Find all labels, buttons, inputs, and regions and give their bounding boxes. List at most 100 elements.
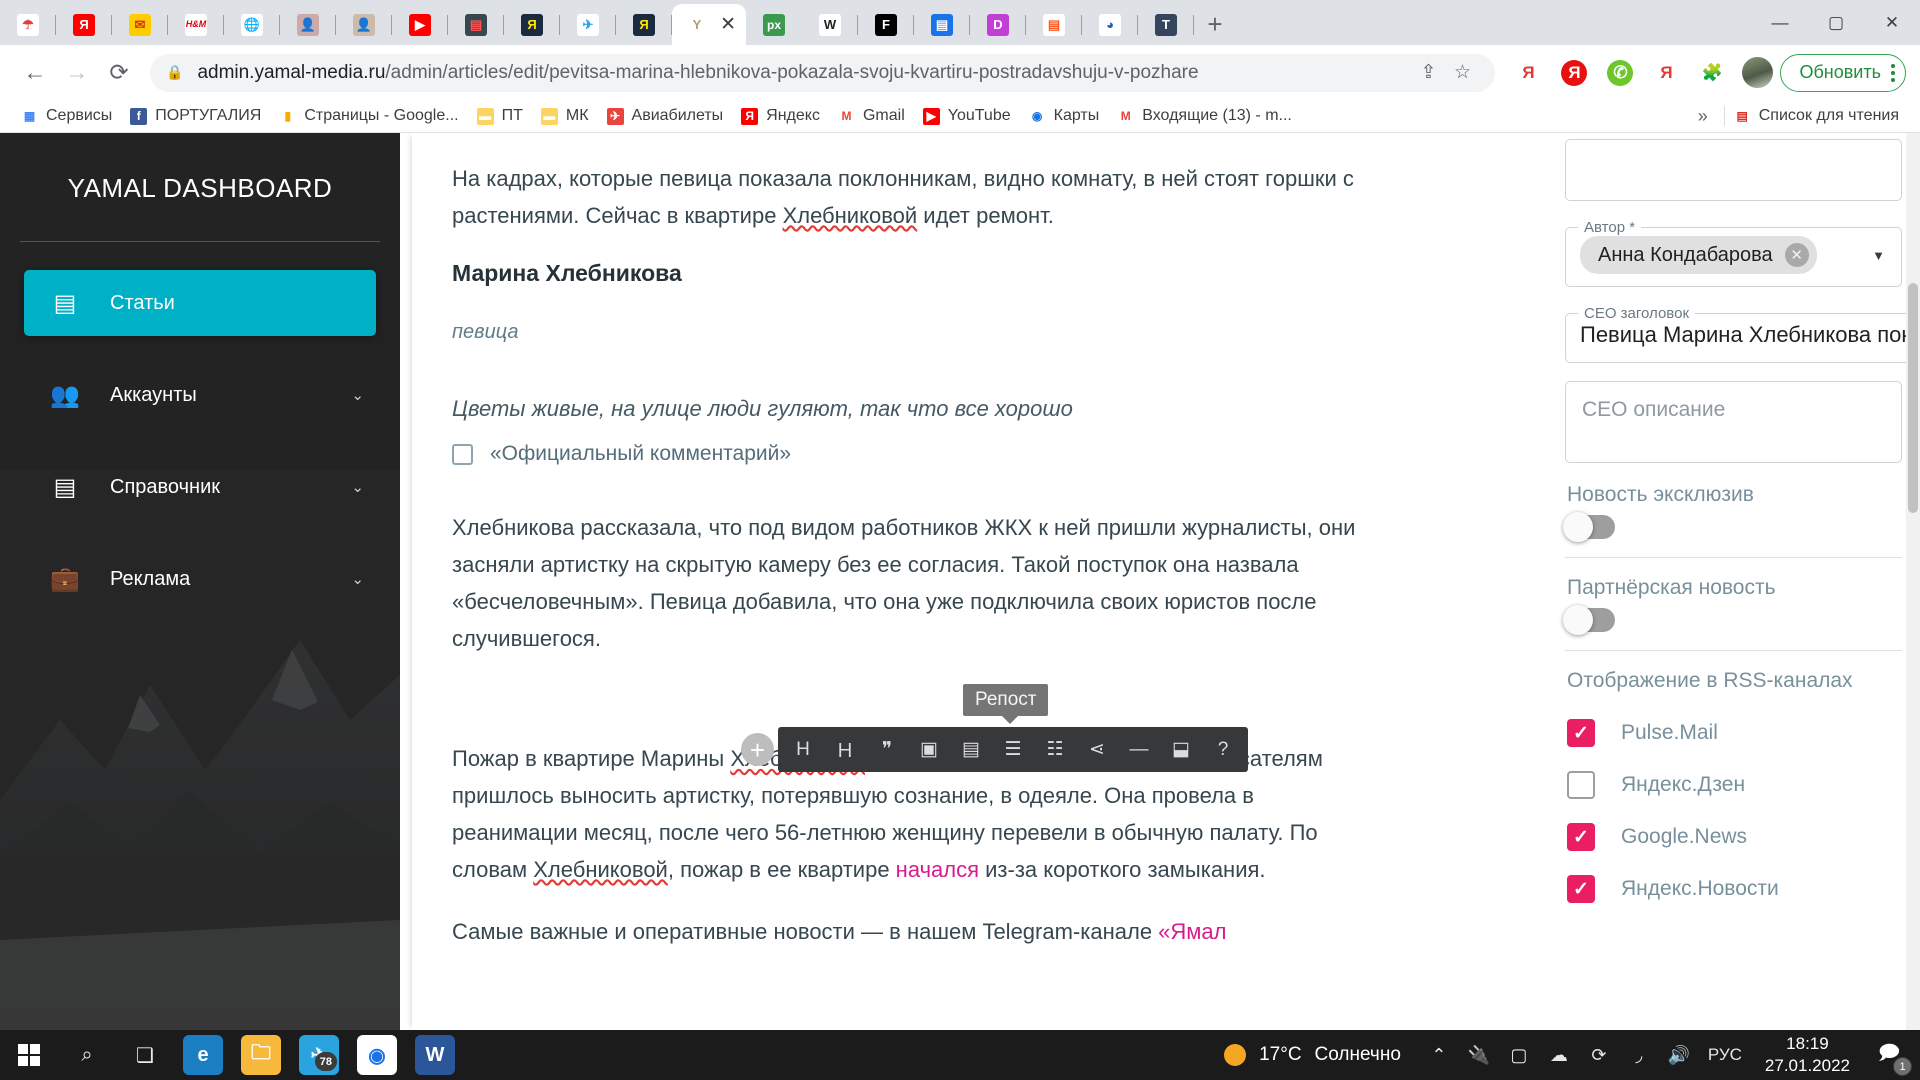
- tab-18[interactable]: ▤: [1026, 4, 1082, 45]
- bookmark-7[interactable]: M Gmail: [829, 102, 914, 130]
- sidebar-item-0[interactable]: ▤ Статьи: [24, 270, 376, 336]
- checkbox-checked-icon[interactable]: ✓: [1567, 823, 1595, 851]
- task-view-icon[interactable]: ❏: [116, 1030, 174, 1080]
- tab-11[interactable]: Я: [616, 4, 672, 45]
- tab-14[interactable]: W: [802, 4, 858, 45]
- p4-telegram-link[interactable]: «Ямал: [1158, 919, 1226, 944]
- bookmark-0[interactable]: ▦ Сервисы: [12, 102, 121, 130]
- bookmark-2[interactable]: ▮ Страницы - Google...: [270, 102, 467, 130]
- rss-item-2[interactable]: ✓ Google.News: [1565, 811, 1902, 863]
- bookmark-9[interactable]: ◉ Карты: [1020, 102, 1109, 130]
- tab-17[interactable]: D: [970, 4, 1026, 45]
- exclusive-toggle[interactable]: [1563, 512, 1615, 542]
- tab-7[interactable]: ▶: [392, 4, 448, 45]
- bookmarks-overflow-button[interactable]: »: [1682, 106, 1724, 127]
- tab-20[interactable]: T: [1138, 4, 1194, 45]
- numbered-list-icon[interactable]: ☷: [1043, 738, 1067, 762]
- tab-13[interactable]: px: [746, 4, 802, 45]
- sidebar-item-1[interactable]: 👥 Аккаунты ⌄: [24, 362, 376, 428]
- tab-10[interactable]: ✈: [560, 4, 616, 45]
- article-paragraph-4[interactable]: Самые важные и оперативные новости — в н…: [452, 914, 1367, 951]
- tab-8[interactable]: ▤: [448, 4, 504, 45]
- browser-menu-icon[interactable]: [1891, 63, 1895, 82]
- author-chip[interactable]: Анна Кондабарова ✕: [1580, 236, 1817, 274]
- gallery-icon[interactable]: ▤: [959, 738, 983, 762]
- share-icon[interactable]: ⇪: [1411, 61, 1445, 84]
- page-scrollbar[interactable]: [1906, 133, 1920, 1030]
- bookmark-10[interactable]: M Входящие (13) - m...: [1108, 102, 1301, 130]
- close-window-button[interactable]: ✕: [1864, 0, 1920, 45]
- author-field[interactable]: Автор * Анна Кондабарова ✕ ▼: [1565, 219, 1902, 287]
- scrollbar-thumb[interactable]: [1908, 283, 1918, 513]
- tab-active[interactable]: Y ✕: [672, 4, 746, 45]
- sidebar-item-3[interactable]: 💼 Реклама ⌄: [24, 546, 376, 612]
- notification-icon[interactable]: 🗩 1: [1864, 1030, 1914, 1080]
- minimize-button[interactable]: —: [1752, 0, 1808, 45]
- google-chrome-icon[interactable]: ◉: [348, 1030, 406, 1080]
- telegram-icon[interactable]: ✈78: [290, 1030, 348, 1080]
- tab-2[interactable]: ✉: [112, 4, 168, 45]
- green-swirl-icon[interactable]: ✆: [1597, 52, 1643, 94]
- heading-boxed-icon[interactable]: Ｈ: [833, 738, 857, 762]
- article-paragraph-2[interactable]: Хлебникова рассказала, что под видом раб…: [452, 510, 1367, 657]
- author-dropdown-caret-icon[interactable]: ▼: [1872, 248, 1891, 263]
- reload-button[interactable]: ⟳: [98, 52, 140, 94]
- article-paragraph-1[interactable]: На кадрах, которые певица показала покло…: [452, 133, 1367, 234]
- tab-5[interactable]: 👤: [280, 4, 336, 45]
- top-input-field[interactable]: [1565, 139, 1902, 201]
- checkbox-checked-icon[interactable]: ✓: [1567, 875, 1595, 903]
- bookmark-5[interactable]: ✈ Авиабилеты: [598, 102, 733, 130]
- tab-0[interactable]: ☂: [0, 4, 56, 45]
- yandex-red-text-icon[interactable]: Я: [1505, 52, 1551, 94]
- tab-4[interactable]: 🌐: [224, 4, 280, 45]
- quote-author-role[interactable]: певица: [452, 321, 1367, 344]
- volume-icon[interactable]: 🔊: [1659, 1030, 1699, 1080]
- bookmark-1[interactable]: f ПОРТУГАЛИЯ: [121, 102, 270, 130]
- chevron-down-icon[interactable]: ⌄: [351, 570, 364, 588]
- puzzle-icon[interactable]: 🧩: [1689, 52, 1735, 94]
- divider-icon[interactable]: —: [1127, 738, 1151, 762]
- sidebar-item-2[interactable]: ▤ Справочник ⌄: [24, 454, 376, 520]
- show-hidden-icons-icon[interactable]: ⌃: [1419, 1030, 1459, 1080]
- quote-official-option[interactable]: «Официальный комментарий»: [452, 442, 1367, 466]
- share-repost-icon[interactable]: ⋖: [1085, 738, 1109, 762]
- tab-9[interactable]: Я: [504, 4, 560, 45]
- checkbox-checked-icon[interactable]: ✓: [1567, 719, 1595, 747]
- checkbox-unchecked-icon[interactable]: [1567, 771, 1595, 799]
- reading-list-button[interactable]: ▤ Список для чтения: [1725, 102, 1908, 130]
- back-button[interactable]: ←: [14, 52, 56, 94]
- microsoft-word-icon[interactable]: W: [406, 1030, 464, 1080]
- profile-avatar[interactable]: [1742, 57, 1774, 88]
- file-explorer-icon[interactable]: 🗀: [232, 1030, 290, 1080]
- help-icon[interactable]: ?: [1211, 738, 1235, 762]
- quote-text[interactable]: Цветы живые, на улице люди гуляют, так ч…: [452, 396, 1367, 422]
- chevron-down-icon[interactable]: ⌄: [351, 478, 364, 496]
- rss-item-1[interactable]: Яндекс.Дзен: [1565, 759, 1902, 811]
- webcam-icon[interactable]: ▢: [1499, 1030, 1539, 1080]
- onedrive-icon[interactable]: ☁: [1539, 1030, 1579, 1080]
- bookmark-4[interactable]: ▬ МК: [532, 102, 598, 130]
- tab-3[interactable]: H&M: [168, 4, 224, 45]
- maximize-button[interactable]: ▢: [1808, 0, 1864, 45]
- sync-icon[interactable]: ⟳: [1579, 1030, 1619, 1080]
- image-icon[interactable]: ▣: [917, 738, 941, 762]
- rss-item-3[interactable]: ✓ Яндекс.Новости: [1565, 863, 1902, 915]
- star-icon[interactable]: ☆: [1445, 61, 1479, 84]
- microsoft-edge-icon[interactable]: e: [174, 1030, 232, 1080]
- bullet-list-icon[interactable]: ☰: [1001, 738, 1025, 762]
- windows-start-icon[interactable]: [0, 1030, 58, 1080]
- author-chip-remove-icon[interactable]: ✕: [1784, 243, 1809, 267]
- yandex-red-text-2-icon[interactable]: Я: [1643, 52, 1689, 94]
- forward-button[interactable]: →: [56, 52, 98, 94]
- tab-19[interactable]: ◕: [1082, 4, 1138, 45]
- quote-icon[interactable]: ❞: [875, 738, 899, 762]
- seo-description-field[interactable]: СЕО описание: [1565, 381, 1902, 463]
- address-bar[interactable]: 🔒 admin.yamal-media.ru/admin/articles/ed…: [150, 53, 1496, 92]
- quote-author-name[interactable]: Марина Хлебникова: [452, 260, 1367, 287]
- new-tab-button[interactable]: +: [1194, 4, 1236, 45]
- p3-inline-link[interactable]: начался: [896, 857, 979, 882]
- weather-widget[interactable]: 17°C Солнечно: [1206, 1044, 1419, 1066]
- add-block-button[interactable]: +: [741, 733, 774, 766]
- language-indicator[interactable]: РУС: [1699, 1030, 1751, 1080]
- wifi-icon[interactable]: ◞: [1619, 1030, 1659, 1080]
